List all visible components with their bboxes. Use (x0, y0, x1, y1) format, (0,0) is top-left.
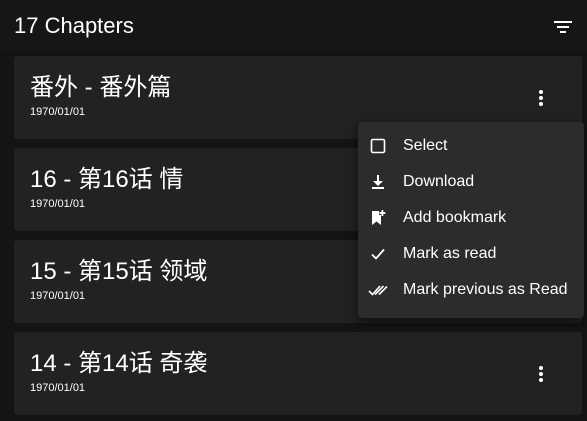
chapter-item[interactable]: 14 - 第14话 奇袭 1970/01/01 (14, 332, 582, 415)
chapter-more-button[interactable] (527, 84, 555, 112)
menu-item-add-bookmark[interactable]: Add bookmark (358, 200, 584, 236)
chapter-more-button[interactable] (527, 360, 555, 388)
menu-item-mark-previous-as-read[interactable]: Mark previous as Read (358, 272, 584, 308)
chapter-title: 16 - 第16话 情 (30, 166, 184, 193)
filter-list-icon (554, 21, 572, 33)
menu-item-label: Select (403, 137, 448, 154)
menu-item-label: Add bookmark (403, 209, 507, 226)
menu-item-label: Download (403, 173, 475, 190)
chapter-date: 1970/01/01 (30, 106, 86, 118)
bookmark-add-icon (368, 208, 388, 228)
chapter-title: 番外 - 番外篇 (30, 74, 172, 101)
chapter-date: 1970/01/01 (30, 198, 86, 210)
more-vertical-icon (539, 366, 543, 382)
check-icon (368, 244, 388, 264)
chapter-count-title: 17 Chapters (14, 13, 134, 38)
menu-item-label: Mark previous as Read (403, 281, 568, 298)
menu-item-select[interactable]: Select (358, 128, 584, 164)
menu-item-download[interactable]: Download (358, 164, 584, 200)
chapter-title: 15 - 第15话 领域 (30, 258, 208, 285)
chapter-title: 14 - 第14话 奇袭 (30, 350, 208, 377)
double-check-icon (368, 280, 388, 300)
chapter-date: 1970/01/01 (30, 290, 86, 302)
more-vertical-icon (539, 90, 543, 106)
chapter-date: 1970/01/01 (30, 382, 86, 394)
menu-item-mark-as-read[interactable]: Mark as read (358, 236, 584, 272)
app-header: 17 Chapters (0, 0, 587, 52)
filter-button[interactable] (548, 12, 578, 42)
chapter-context-menu: Select Download Add bookmark Mark as rea… (358, 122, 584, 318)
menu-item-label: Mark as read (403, 245, 497, 262)
download-icon (368, 172, 388, 192)
checkbox-outline-icon (368, 136, 388, 156)
